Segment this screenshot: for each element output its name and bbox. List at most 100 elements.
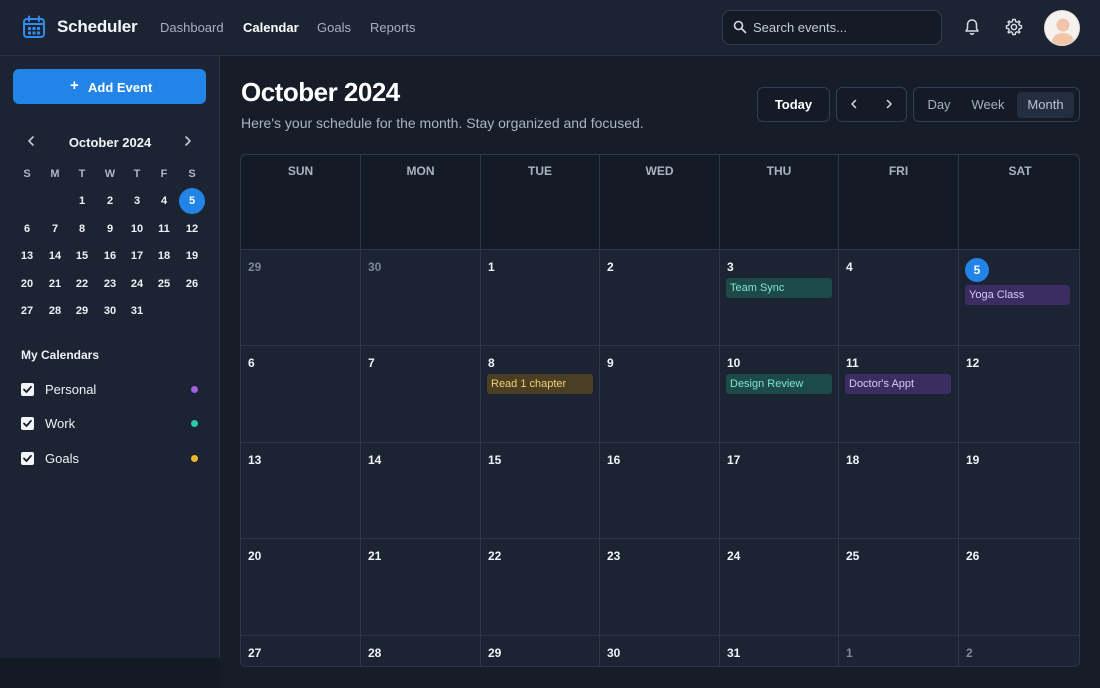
event-chip[interactable]: Design Review (726, 374, 832, 394)
mini-day[interactable]: 14 (42, 243, 68, 269)
prev-month-button[interactable] (837, 88, 871, 121)
calendar-item-work[interactable]: Work (21, 415, 201, 433)
day-cell[interactable]: 16 (600, 443, 720, 539)
mini-day[interactable]: 29 (69, 298, 95, 324)
event-chip[interactable]: Yoga Class (965, 285, 1070, 305)
mini-day[interactable]: 28 (42, 298, 68, 324)
day-number: 24 (727, 549, 741, 563)
mini-day[interactable]: 24 (124, 271, 150, 297)
search-input[interactable] (753, 11, 938, 44)
mini-day[interactable]: 7 (42, 216, 68, 242)
mini-day[interactable]: 13 (14, 243, 40, 269)
mini-day[interactable]: 15 (69, 243, 95, 269)
mini-day[interactable]: 27 (14, 298, 40, 324)
mini-day[interactable]: 18 (151, 243, 177, 269)
day-cell[interactable]: 1 (481, 250, 600, 346)
mini-day[interactable]: 9 (97, 216, 123, 242)
nav-reports[interactable]: Reports (370, 20, 416, 35)
mini-day[interactable]: 22 (69, 271, 95, 297)
mini-day[interactable]: 11 (151, 216, 177, 242)
view-week-button[interactable]: Week (964, 92, 1012, 118)
day-cell[interactable]: 18 (839, 443, 959, 539)
view-month-button[interactable]: Month (1017, 92, 1074, 118)
event-chip[interactable]: Team Sync (726, 278, 832, 298)
mini-day[interactable]: 31 (124, 298, 150, 324)
page-subtitle: Here's your schedule for the month. Stay… (241, 115, 644, 131)
day-cell[interactable]: 11 Doctor's Appt (839, 346, 959, 443)
add-event-button[interactable]: + Add Event (13, 69, 206, 104)
day-cell[interactable]: 24 (720, 539, 839, 636)
avatar[interactable] (1044, 10, 1080, 46)
day-cell[interactable]: 15 (481, 443, 600, 539)
day-cell[interactable]: 29 (481, 636, 600, 666)
weekday-label: MON (406, 164, 435, 178)
day-cell[interactable]: 3 Team Sync (720, 250, 839, 346)
day-cell[interactable]: 5 Yoga Class (959, 250, 1079, 346)
day-cell[interactable]: 2 (959, 636, 1079, 666)
day-number: 16 (607, 453, 621, 467)
day-cell[interactable]: 21 (361, 539, 481, 636)
mini-day[interactable]: 17 (124, 243, 150, 269)
day-cell[interactable]: 19 (959, 443, 1079, 539)
nav-dashboard[interactable]: Dashboard (160, 20, 224, 35)
day-cell[interactable]: 9 (600, 346, 720, 443)
mini-day[interactable]: 21 (42, 271, 68, 297)
event-chip[interactable]: Doctor's Appt (845, 374, 951, 394)
mini-day[interactable]: 25 (151, 271, 177, 297)
day-cell[interactable]: 26 (959, 539, 1079, 636)
mini-day[interactable]: 30 (97, 298, 123, 324)
next-month-button[interactable] (872, 88, 906, 121)
day-cell[interactable]: 20 (241, 539, 361, 636)
day-cell[interactable]: 31 (720, 636, 839, 666)
day-cell[interactable]: 8 Read 1 chapter (481, 346, 600, 443)
day-cell[interactable]: 1 (839, 636, 959, 666)
day-cell[interactable]: 30 (600, 636, 720, 666)
day-number: 11 (846, 356, 859, 370)
day-cell[interactable]: 13 (241, 443, 361, 539)
view-day-button[interactable]: Day (920, 92, 958, 118)
calendar-item-personal[interactable]: Personal (21, 381, 201, 399)
mini-day[interactable]: 3 (124, 188, 150, 214)
mini-day[interactable]: 10 (124, 216, 150, 242)
day-cell[interactable]: 30 (361, 250, 481, 346)
mini-day[interactable]: 12 (179, 216, 205, 242)
day-cell[interactable]: 12 (959, 346, 1079, 443)
day-cell[interactable]: 7 (361, 346, 481, 443)
calendar-item-goals[interactable]: Goals (21, 450, 201, 468)
day-cell[interactable]: 28 (361, 636, 481, 666)
day-cell[interactable]: 22 (481, 539, 600, 636)
mini-day[interactable]: 4 (151, 188, 177, 214)
day-cell[interactable]: 25 (839, 539, 959, 636)
mini-day[interactable]: 23 (97, 271, 123, 297)
calendar-checkbox[interactable] (21, 417, 34, 431)
calendar-checkbox[interactable] (21, 383, 34, 396)
mini-day[interactable]: 16 (97, 243, 123, 269)
gear-icon[interactable] (1004, 17, 1024, 37)
mini-day[interactable]: 19 (179, 243, 205, 269)
bell-icon[interactable] (962, 17, 982, 37)
today-button[interactable]: Today (757, 87, 830, 122)
mini-day[interactable]: 8 (69, 216, 95, 242)
nav-goals[interactable]: Goals (317, 20, 351, 35)
nav-calendar[interactable]: Calendar (243, 20, 299, 35)
day-cell[interactable]: 27 (241, 636, 361, 666)
day-cell[interactable]: 10 Design Review (720, 346, 839, 443)
day-cell[interactable]: 17 (720, 443, 839, 539)
day-cell[interactable]: 2 (600, 250, 720, 346)
calendar-checkbox[interactable] (21, 451, 34, 465)
mini-day-today[interactable]: 5 (179, 188, 205, 214)
mini-day[interactable]: 26 (179, 271, 205, 297)
day-cell[interactable]: 4 (839, 250, 959, 346)
mini-next-icon[interactable] (181, 134, 195, 148)
mini-day[interactable]: 2 (97, 188, 123, 214)
mini-day[interactable]: 20 (14, 271, 40, 297)
app-title: Scheduler (57, 17, 138, 36)
day-number: 22 (488, 549, 502, 563)
mini-day[interactable]: 6 (14, 216, 40, 242)
day-cell[interactable]: 29 (241, 250, 361, 346)
day-cell[interactable]: 23 (600, 539, 720, 636)
day-cell[interactable]: 14 (361, 443, 481, 539)
day-cell[interactable]: 6 (241, 346, 361, 443)
mini-day[interactable]: 1 (69, 188, 95, 214)
event-chip[interactable]: Read 1 chapter (487, 374, 593, 394)
